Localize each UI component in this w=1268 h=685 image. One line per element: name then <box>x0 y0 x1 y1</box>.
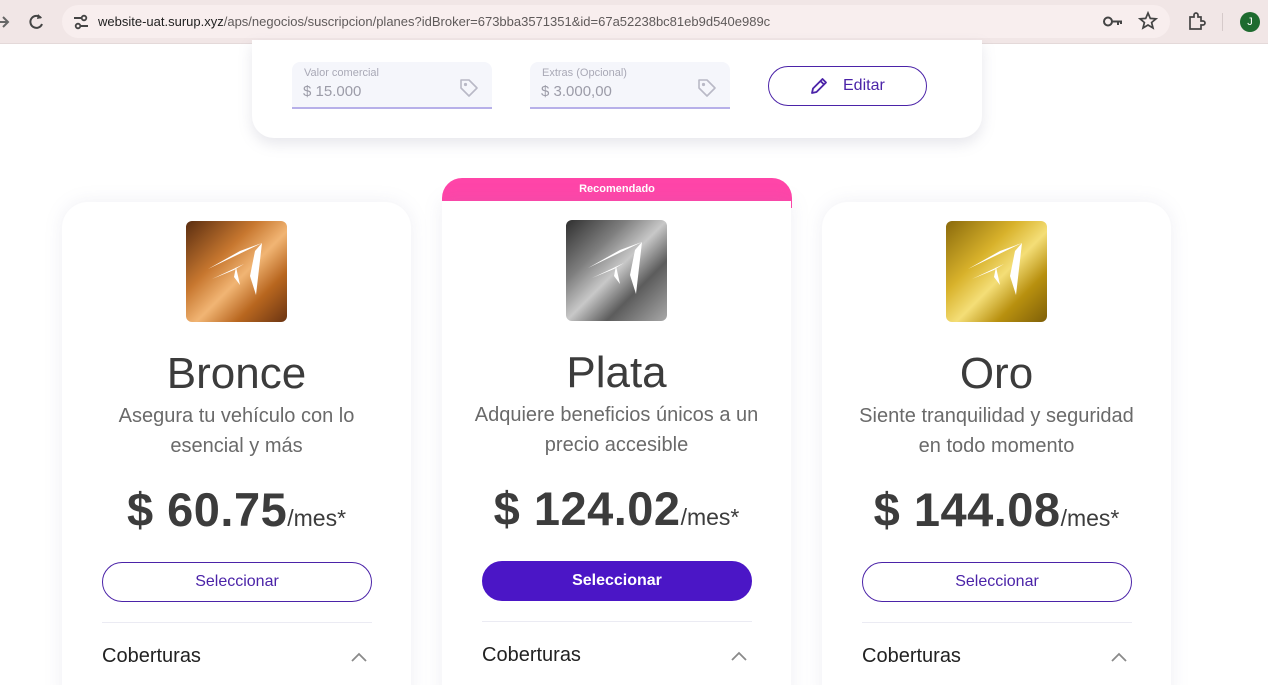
bronce-logo <box>186 221 287 322</box>
profile-avatar[interactable]: J <box>1240 12 1260 32</box>
tag-icon <box>696 77 718 99</box>
browser-toolbar: website-uat.surup.xyz/aps/negocios/suscr… <box>0 0 1268 44</box>
plan-name: Plata <box>566 348 667 397</box>
extras-field[interactable]: Extras (Opcional) $ 3.000,00 <box>530 62 730 109</box>
coverage-toggle-label[interactable]: Coberturas <box>482 644 581 667</box>
price-row: $ 60.75/mes* <box>62 482 411 537</box>
star-icon[interactable] <box>1137 10 1159 31</box>
commercial-value-input[interactable]: $ 15.000 <box>303 83 361 100</box>
edit-button-label: Editar <box>843 77 885 94</box>
price-row: $ 144.08/mes* <box>822 482 1171 537</box>
chevron-up-icon[interactable] <box>350 650 368 662</box>
extensions-icon[interactable] <box>1186 11 1206 31</box>
forward-icon[interactable] <box>0 12 12 32</box>
site-settings-icon[interactable] <box>72 13 90 31</box>
coverage-toggle-label[interactable]: Coberturas <box>102 645 201 668</box>
price-period: /mes* <box>287 505 347 531</box>
commercial-value-label: Valor comercial <box>304 67 379 79</box>
plan-card-plata: Plata Adquiere beneficios únicos a un pr… <box>442 201 791 685</box>
select-plata-button[interactable]: Seleccionar <box>482 561 752 601</box>
price-period: /mes* <box>680 504 740 530</box>
reload-icon[interactable] <box>26 11 46 33</box>
address-bar[interactable]: website-uat.surup.xyz/aps/negocios/suscr… <box>62 5 1170 38</box>
divider <box>862 622 1132 623</box>
chevron-up-icon[interactable] <box>730 649 748 661</box>
url-host: website-uat.surup.xyz <box>98 14 224 29</box>
commercial-value-field[interactable]: Valor comercial $ 15.000 <box>292 62 492 109</box>
select-bronce-button[interactable]: Seleccionar <box>102 562 372 602</box>
tag-icon <box>458 77 480 99</box>
extras-label: Extras (Opcional) <box>542 67 627 79</box>
coverage-toggle-label[interactable]: Coberturas <box>862 645 961 668</box>
plan-card-bronce: Bronce Asegura tu vehículo con lo esenci… <box>62 202 411 685</box>
edit-button[interactable]: Editar <box>768 66 927 106</box>
price-period: /mes* <box>1060 505 1120 531</box>
url-path: /aps/negocios/suscripcion/planes?idBroke… <box>223 14 771 29</box>
toolbar-divider <box>1222 13 1223 31</box>
chevron-up-icon[interactable] <box>1110 650 1128 662</box>
plata-logo <box>566 220 667 321</box>
plan-card-oro: Oro Siente tranquilidad y seguridad en t… <box>822 202 1171 685</box>
plan-price: $ 144.08 <box>873 483 1061 536</box>
oro-logo <box>946 221 1047 322</box>
plan-description: Siente tranquilidad y seguridad en todo … <box>859 405 1134 457</box>
vehicle-value-card: Valor comercial $ 15.000 Extras (Opciona… <box>252 40 982 138</box>
plan-name: Oro <box>959 349 1034 398</box>
plan-description: Asegura tu vehículo con lo esencial y má… <box>118 405 355 457</box>
url-text[interactable]: website-uat.surup.xyz/aps/negocios/suscr… <box>98 13 770 30</box>
pencil-icon <box>809 76 829 96</box>
extras-input[interactable]: $ 3.000,00 <box>541 83 612 100</box>
divider <box>102 622 372 623</box>
plan-description: Adquiere beneficios únicos a un precio a… <box>474 404 759 456</box>
price-row: $ 124.02/mes* <box>442 481 791 536</box>
key-icon[interactable] <box>1102 13 1124 30</box>
plan-price: $ 60.75 <box>126 483 288 536</box>
select-oro-button[interactable]: Seleccionar <box>862 562 1132 602</box>
plan-price: $ 124.02 <box>493 482 681 535</box>
plan-name: Bronce <box>166 349 307 398</box>
divider <box>482 621 752 622</box>
